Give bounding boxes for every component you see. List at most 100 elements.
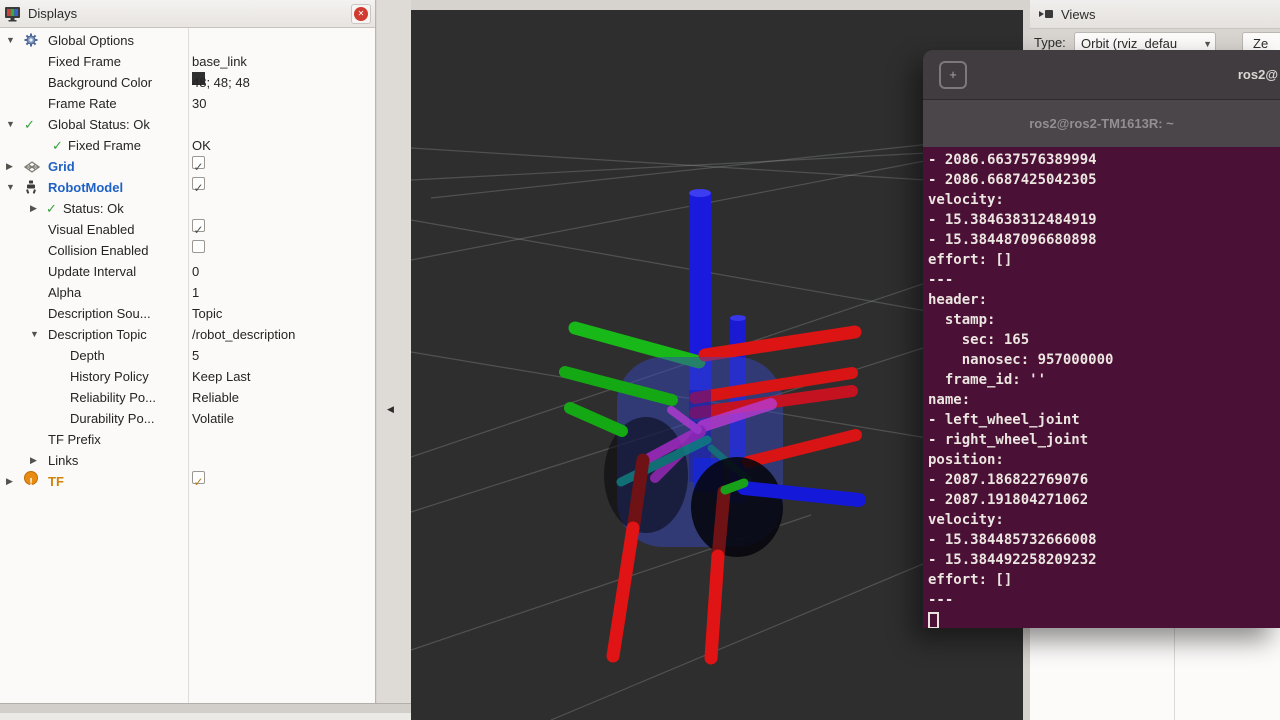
terminal-window-title: ros2@: [1238, 50, 1278, 100]
terminal-line: - 2086.6637576389994: [928, 150, 1280, 170]
tree-row-durability-po[interactable]: Durability Po... Volatile: [0, 408, 375, 429]
displays-icon: [4, 6, 21, 22]
terminal-line: effort: []: [928, 250, 1280, 270]
gear-icon: [24, 30, 38, 51]
tree-row-status-ok[interactable]: ▶✓Status: Ok: [0, 198, 375, 219]
property-value-text: Volatile: [192, 408, 234, 429]
tree-row-tf-prefix[interactable]: TF Prefix: [0, 429, 375, 450]
tree-row-fixed-frame[interactable]: Fixed Framebase_link: [0, 51, 375, 72]
tree-row-background-color[interactable]: Background Color48; 48; 48: [0, 72, 375, 93]
property-label: Status: Ok: [63, 198, 124, 219]
tree-row-collision-enabled[interactable]: Collision Enabled: [0, 240, 375, 261]
property-label: Grid: [48, 156, 75, 177]
tree-row-global-status-ok[interactable]: ▼✓Global Status: Ok: [0, 114, 375, 135]
property-label: Fixed Frame: [68, 135, 141, 156]
tree-row-tf[interactable]: ▶!TF✓: [0, 471, 375, 492]
terminal-line: - 15.384492258209232: [928, 550, 1280, 570]
collapse-arrow-icon[interactable]: ▼: [6, 30, 15, 51]
grid-icon: [24, 156, 40, 177]
tree-row-robotmodel[interactable]: ▼RobotModel✓: [0, 177, 375, 198]
property-value-text: 0: [192, 261, 199, 282]
terminal-output[interactable]: - 2086.6637576389994- 2086.6687425042305…: [923, 147, 1280, 628]
collapse-arrow-icon[interactable]: ▼: [6, 114, 15, 135]
views-panel-header: Views: [1030, 0, 1280, 29]
tf-leg-1: [613, 528, 633, 656]
tree-row-visual-enabled[interactable]: Visual Enabled ✓: [0, 219, 375, 240]
property-label: Update Interval: [48, 261, 136, 282]
property-label: Alpha: [48, 282, 81, 303]
tree-row-reliability-po[interactable]: Reliability Po...Reliable: [0, 387, 375, 408]
tree-row-depth[interactable]: Depth 5: [0, 345, 375, 366]
tree-row-description-topic[interactable]: ▼Description Topic/robot_description: [0, 324, 375, 345]
robot-model: [565, 189, 859, 658]
property-label: Description Sou...: [48, 303, 151, 324]
views-panel-title: Views: [1061, 7, 1095, 22]
enabled-checkbox[interactable]: ✓: [192, 156, 205, 169]
tree-row-history-policy[interactable]: History Policy Keep Last: [0, 366, 375, 387]
panel-collapse-handle[interactable]: ◀: [387, 404, 394, 415]
expand-arrow-icon[interactable]: ▶: [30, 198, 37, 219]
terminal-tab-title: ros2@ros2-TM1613R: ~: [1029, 116, 1174, 131]
tree-row-grid[interactable]: ▶ Grid ✓: [0, 156, 375, 177]
tree-row-fixed-frame[interactable]: ✓Fixed FrameOK: [0, 135, 375, 156]
property-label: Global Options: [48, 30, 134, 51]
property-value-text: 5: [192, 345, 199, 366]
property-label: Depth: [70, 345, 105, 366]
terminal-line: position:: [928, 450, 1280, 470]
enabled-checkbox[interactable]: ✓: [192, 471, 205, 484]
property-value-text: base_link: [192, 51, 247, 72]
terminal-line: - left_wheel_joint: [928, 410, 1280, 430]
property-label: TF Prefix: [48, 429, 101, 450]
property-value-text: 1: [192, 282, 199, 303]
property-label: History Policy: [70, 366, 149, 387]
robot-icon: [24, 177, 38, 198]
tf-leg-2-shaded: [718, 492, 724, 558]
terminal-line: stamp:: [928, 310, 1280, 330]
displays-panel-title: Displays: [28, 6, 77, 21]
tree-row-update-interval[interactable]: Update Interval 0: [0, 261, 375, 282]
tree-row-description-sou[interactable]: Description Sou... Topic: [0, 303, 375, 324]
tree-row-links[interactable]: ▶ Links: [0, 450, 375, 471]
terminal-line: ---: [928, 270, 1280, 290]
property-label: Durability Po...: [70, 408, 155, 429]
panel-gap: ◀: [377, 0, 411, 703]
collapse-arrow-icon[interactable]: ▼: [6, 177, 15, 198]
tree-row-global-options[interactable]: ▼ Global Options: [0, 30, 375, 51]
enabled-checkbox[interactable]: ✓: [192, 177, 205, 190]
close-displays-button[interactable]: ✕: [351, 4, 371, 24]
tree-row-alpha[interactable]: Alpha 1: [0, 282, 375, 303]
displays-panel: Displays ✕ ▼Global OptionsFixed Framebas…: [0, 0, 376, 703]
collapse-arrow-icon[interactable]: ▼: [30, 324, 39, 345]
enabled-checkbox[interactable]: [192, 240, 205, 253]
property-value-text: Topic: [192, 303, 222, 324]
enabled-checkbox[interactable]: ✓: [192, 219, 205, 232]
new-tab-button[interactable]: +: [939, 61, 967, 89]
tf-y-axis-1: [575, 328, 699, 362]
property-label: Collision Enabled: [48, 240, 148, 261]
property-label: Frame Rate: [48, 93, 117, 114]
terminal-line: ---: [928, 590, 1280, 610]
property-label: Visual Enabled: [48, 219, 135, 240]
property-label: Global Status: Ok: [48, 114, 150, 135]
property-label: Background Color: [48, 72, 152, 93]
property-value-text: Keep Last: [192, 366, 251, 387]
property-label: Reliability Po...: [70, 387, 156, 408]
terminal-line: header:: [928, 290, 1280, 310]
terminal-line: - 2087.191804271062: [928, 490, 1280, 510]
expand-arrow-icon[interactable]: ▶: [6, 471, 13, 492]
terminal-window[interactable]: + ros2@ ros2@ros2-TM1613R: ~ - 2086.6637…: [923, 50, 1280, 628]
displays-panel-header: Displays ✕: [0, 0, 375, 28]
expand-arrow-icon[interactable]: ▶: [6, 156, 13, 177]
terminal-line: - 15.384487096680898: [928, 230, 1280, 250]
expand-arrow-icon[interactable]: ▶: [30, 450, 37, 471]
tree-row-frame-rate[interactable]: Frame Rate30: [0, 93, 375, 114]
close-icon: ✕: [354, 7, 368, 21]
terminal-line: name:: [928, 390, 1280, 410]
property-label: Links: [48, 450, 78, 471]
terminal-line: velocity:: [928, 190, 1280, 210]
terminal-line: - 15.384485732666008: [928, 530, 1280, 550]
property-label: TF: [48, 471, 64, 492]
terminal-line: nanosec: 957000000: [928, 350, 1280, 370]
terminal-tab-bar[interactable]: ros2@ros2-TM1613R: ~: [923, 100, 1280, 147]
property-value-text: OK: [192, 135, 211, 156]
